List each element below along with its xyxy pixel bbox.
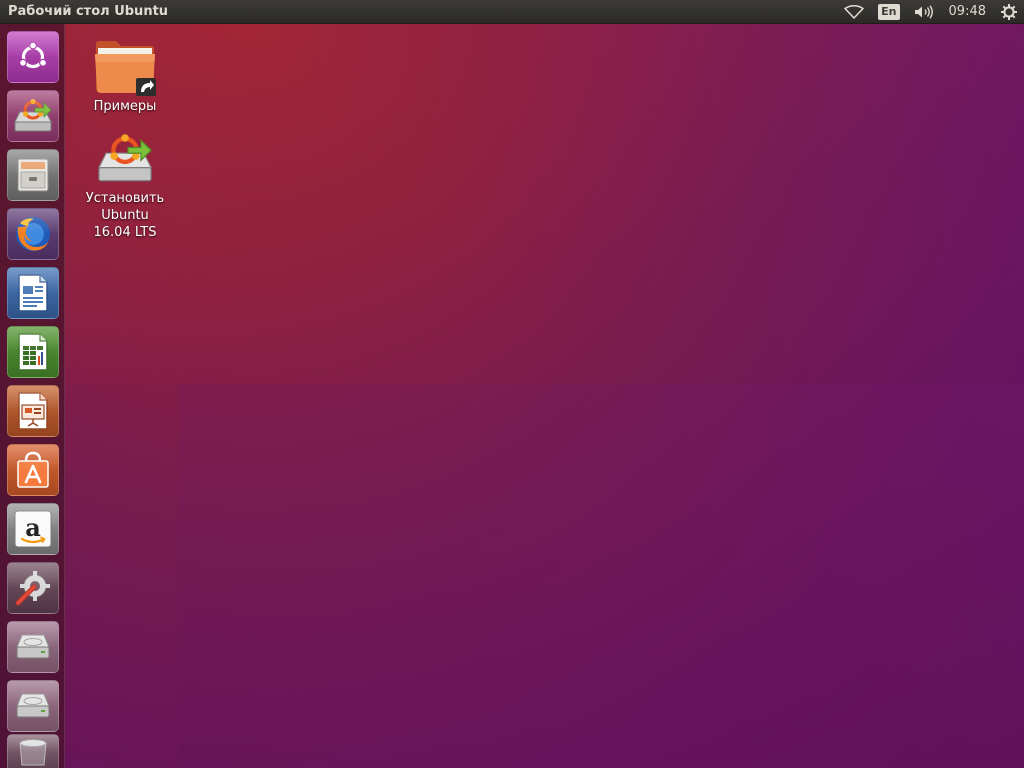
clock[interactable]: 09:48	[941, 4, 994, 19]
launcher-files[interactable]	[7, 149, 59, 201]
amazon-icon: a	[14, 510, 52, 548]
writer-icon	[18, 274, 48, 312]
top-panel: Рабочий стол Ubuntu En 09:48	[0, 0, 1024, 24]
wallpaper-facet	[178, 384, 1024, 768]
keyboard-layout-indicator[interactable]: En	[871, 0, 906, 24]
wallpaper-facet	[0, 0, 1024, 768]
wallpaper-facet	[65, 24, 1024, 384]
indicator-area: En 09:48	[837, 0, 1024, 24]
ubuntu-installer-icon	[97, 134, 153, 182]
gear-icon	[1001, 3, 1017, 20]
calc-icon	[18, 333, 48, 371]
label-line: 16.04 LTS	[93, 225, 157, 240]
ubuntu-logo-icon	[18, 41, 48, 69]
impress-icon	[18, 392, 48, 430]
launcher-install-ubuntu[interactable]	[7, 90, 59, 142]
launcher-drive-2[interactable]	[7, 680, 59, 732]
language-badge: En	[878, 3, 900, 20]
label-line: Ubuntu	[101, 208, 149, 223]
settings-icon	[15, 571, 50, 606]
desktop-icon-examples[interactable]: Примеры	[70, 38, 180, 115]
desktop-icon-label: Примеры	[93, 99, 157, 114]
volume-icon	[914, 4, 933, 19]
svg-text:a: a	[25, 513, 41, 542]
firefox-icon	[16, 217, 50, 251]
trash-icon	[19, 738, 47, 765]
launcher-firefox[interactable]	[7, 208, 59, 260]
wifi-icon	[844, 4, 864, 19]
launcher-libreoffice-writer[interactable]	[7, 267, 59, 319]
launcher: a	[0, 24, 65, 768]
desktop-icon-install-ubuntu[interactable]: Установить Ubuntu 16.04 LTS	[70, 130, 180, 241]
software-center-icon	[17, 451, 49, 488]
hard-drive-icon	[16, 634, 50, 659]
launcher-trash[interactable]	[7, 734, 59, 768]
network-indicator[interactable]	[837, 0, 871, 24]
window-title: Рабочий стол Ubuntu	[8, 4, 169, 19]
hard-drive-icon	[16, 693, 50, 718]
launcher-libreoffice-calc[interactable]	[7, 326, 59, 378]
launcher-libreoffice-impress[interactable]	[7, 385, 59, 437]
launcher-drive-1[interactable]	[7, 621, 59, 673]
folder-link-icon	[95, 41, 156, 96]
sound-indicator[interactable]	[907, 0, 941, 24]
launcher-ubuntu-software[interactable]	[7, 444, 59, 496]
session-indicator[interactable]	[994, 0, 1024, 24]
launcher-system-settings[interactable]	[7, 562, 59, 614]
file-cabinet-icon	[17, 158, 49, 192]
launcher-dash-home[interactable]	[7, 31, 59, 83]
desktop-icon-label: Установить Ubuntu 16.04 LTS	[86, 190, 164, 241]
ubuntu-installer-icon	[14, 98, 52, 132]
label-line: Установить	[85, 191, 165, 206]
launcher-amazon[interactable]: a	[7, 503, 59, 555]
